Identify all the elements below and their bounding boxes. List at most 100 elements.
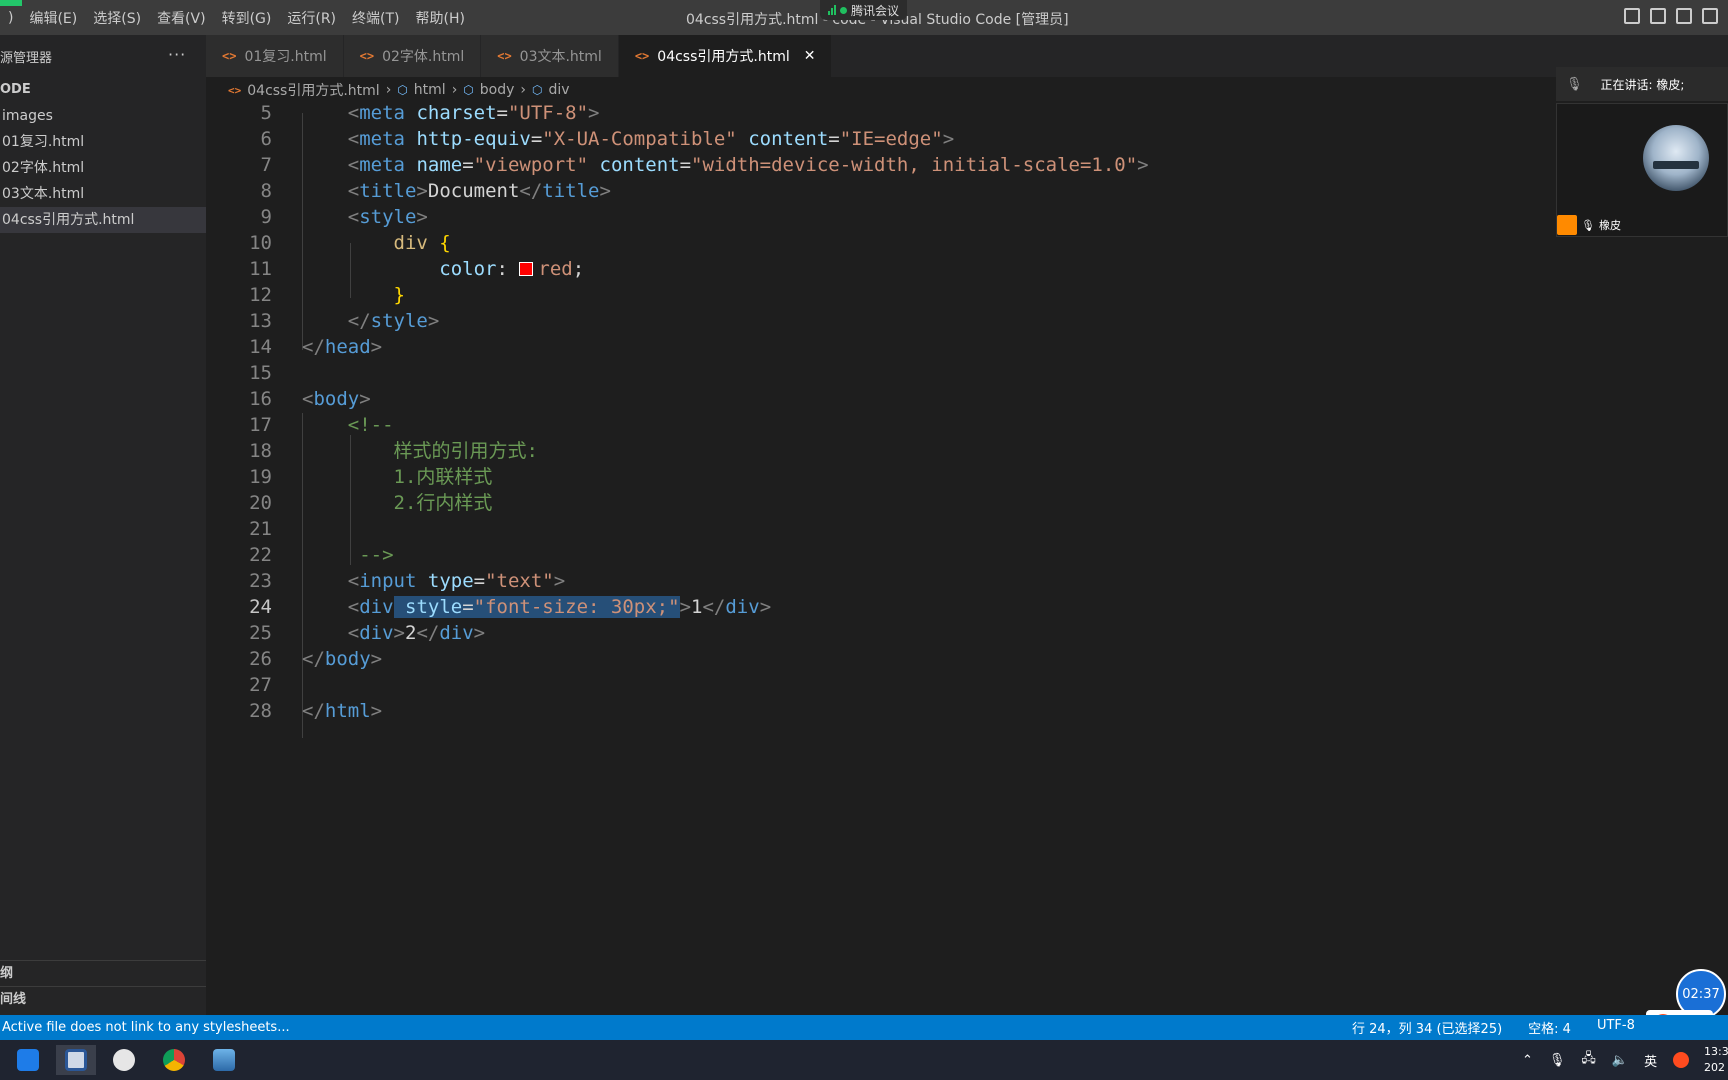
- tab-01[interactable]: <> 01复习.html: [206, 35, 344, 77]
- code-line: 27: [206, 672, 1556, 698]
- status-message[interactable]: Active file does not link to any stylesh…: [0, 1020, 290, 1035]
- chrome-icon: [163, 1049, 185, 1071]
- photos-app-icon: [213, 1049, 235, 1071]
- breadcrumb-body[interactable]: body: [480, 82, 515, 98]
- taskbar-app-chrome[interactable]: [154, 1045, 194, 1075]
- taskbar-app-vscode[interactable]: [56, 1045, 96, 1075]
- code-editor[interactable]: 5 <meta charset="UTF-8"> 6 <meta http-eq…: [206, 100, 1556, 1015]
- tab-03[interactable]: <> 03文本.html: [481, 35, 619, 77]
- menu-item-edit[interactable]: 编辑(E): [21, 8, 85, 28]
- clock-date: 202: [1704, 1061, 1725, 1074]
- taskbar: ⌃ 🎙 🖧 🔈 英 13:3 202: [0, 1040, 1728, 1080]
- participant-video-tile[interactable]: 🎙 橡皮: [1556, 103, 1728, 237]
- code-line: 5 <meta charset="UTF-8">: [206, 100, 1556, 126]
- editor-tabs: <> 01复习.html <> 02字体.html <> 03文本.html <> 04…: [206, 35, 1728, 77]
- volume-icon[interactable]: 🔈: [1612, 1053, 1628, 1068]
- explorer-item-04[interactable]: 04css引用方式.html: [0, 207, 206, 233]
- explorer-item-01[interactable]: 01复习.html: [0, 129, 206, 155]
- microphone-icon: 🎙: [1581, 218, 1595, 232]
- taskbar-app-qq[interactable]: [104, 1045, 144, 1075]
- explorer-item-02[interactable]: 02字体.html: [0, 155, 206, 181]
- sogou-tray-icon[interactable]: [1673, 1052, 1690, 1068]
- code-line-current: 24 <div style="font-size: 30px;">1</div>: [206, 594, 1556, 620]
- cursor-position[interactable]: 行 24，列 34 (已选择25): [1352, 1018, 1502, 1037]
- code-line: 21: [206, 516, 1556, 542]
- microphone-icon: 🎙: [1566, 76, 1583, 92]
- participant-label: 🎙 橡皮: [1557, 214, 1621, 236]
- html-file-icon: <>: [359, 49, 375, 63]
- app-status-indicator: [0, 0, 22, 6]
- explorer-item-03[interactable]: 03文本.html: [0, 181, 206, 207]
- indentation[interactable]: 空格: 4: [1528, 1018, 1571, 1037]
- menu-item-go[interactable]: 转到(G): [214, 8, 280, 28]
- breadcrumb-separator: ›: [520, 82, 527, 98]
- toggle-panel-icon[interactable]: [1650, 8, 1666, 24]
- layout-controls: [1624, 8, 1718, 24]
- tab-02[interactable]: <> 02字体.html: [343, 35, 482, 77]
- chevron-up-icon[interactable]: ⌃: [1522, 1053, 1533, 1068]
- line-number: 10: [249, 232, 272, 254]
- line-number: 5: [260, 102, 272, 124]
- network-icon[interactable]: 🖧: [1581, 1049, 1596, 1071]
- explorer-title: 源管理器: [0, 50, 53, 66]
- clock[interactable]: 13:3 202: [1704, 1044, 1728, 1076]
- element-icon: ⬡: [463, 83, 474, 97]
- workspace-root[interactable]: ODE: [0, 77, 206, 103]
- outline-section[interactable]: 纲: [0, 960, 206, 986]
- tab-label: 03文本.html: [519, 49, 602, 65]
- meeting-indicator[interactable]: 腾讯会议: [820, 0, 908, 20]
- code-line: 26 </body>: [206, 646, 1556, 672]
- code-line: 14 </head>: [206, 334, 1556, 360]
- menu-item-help[interactable]: 帮助(H): [408, 8, 473, 28]
- close-icon[interactable]: ✕: [804, 48, 816, 64]
- menu-item-terminal[interactable]: 终端(T): [344, 8, 407, 28]
- color-swatch[interactable]: [519, 262, 534, 276]
- html-file-icon: <>: [222, 49, 237, 63]
- code-line: 12 }: [206, 282, 1556, 308]
- html-file-icon: <>: [228, 83, 242, 97]
- menu-bar: ) 编辑(E) 选择(S) 查看(V) 转到(G) 运行(R) 终端(T) 帮助…: [0, 0, 473, 35]
- breadcrumb-html[interactable]: html: [414, 82, 446, 98]
- menu-item-run[interactable]: 运行(R): [279, 8, 344, 28]
- encoding[interactable]: UTF-8: [1597, 1018, 1635, 1037]
- breadcrumb-div[interactable]: div: [549, 82, 570, 98]
- code-line: 16 <body>: [206, 386, 1556, 412]
- menu-item-view[interactable]: 查看(V): [149, 8, 214, 28]
- more-actions-icon[interactable]: ···: [168, 45, 186, 64]
- toggle-secondary-sidebar-icon[interactable]: [1676, 8, 1692, 24]
- code-line: 25 <div>2</div>: [206, 620, 1556, 646]
- breadcrumb-separator: ›: [385, 82, 392, 98]
- explorer-item-images[interactable]: images: [0, 103, 206, 129]
- line-number: 7: [260, 154, 272, 176]
- taskbar-app-meeting[interactable]: [8, 1045, 48, 1075]
- breadcrumb-file[interactable]: 04css引用方式.html: [247, 80, 379, 100]
- code-line: 13 </style>: [206, 308, 1556, 334]
- meeting-panel[interactable]: 🎙 正在讲话: 橡皮; 🎙 橡皮: [1556, 67, 1728, 237]
- explorer-header: 源管理器 ···: [0, 35, 206, 77]
- breadcrumb-separator: ›: [451, 82, 458, 98]
- explorer-sidebar: 源管理器 ··· ODE images 01复习.html 02字体.html …: [0, 35, 206, 1015]
- menu-item-selection[interactable]: 选择(S): [85, 8, 149, 28]
- code-line: 6 <meta http-equiv="X-UA-Compatible" con…: [206, 126, 1556, 152]
- timeline-section[interactable]: 间线: [0, 986, 206, 1012]
- input-language[interactable]: 英: [1644, 1051, 1657, 1070]
- speaking-indicator: 🎙 正在讲话: 橡皮;: [1556, 67, 1728, 101]
- clock-time: 13:3: [1704, 1045, 1728, 1058]
- line-number: 17: [249, 414, 272, 436]
- html-file-icon: <>: [634, 49, 650, 63]
- code-line: 9 <style>: [206, 204, 1556, 230]
- signal-icon: [828, 5, 836, 15]
- microphone-icon[interactable]: 🎙: [1549, 1053, 1566, 1068]
- line-number: 21: [249, 518, 272, 540]
- taskbar-app-photos[interactable]: [204, 1045, 244, 1075]
- line-number: 24: [249, 596, 272, 618]
- line-number: 18: [249, 440, 272, 462]
- menu-item-file[interactable]: ): [0, 10, 21, 26]
- toggle-sidebar-icon[interactable]: [1624, 8, 1640, 24]
- code-line: 10 div {: [206, 230, 1556, 256]
- customize-layout-icon[interactable]: [1702, 8, 1718, 24]
- line-number: 9: [260, 206, 272, 228]
- code-line: 20 2.行内样式: [206, 490, 1556, 516]
- tab-04[interactable]: <> 04css引用方式.html ✕: [618, 35, 833, 77]
- code-line: 15: [206, 360, 1556, 386]
